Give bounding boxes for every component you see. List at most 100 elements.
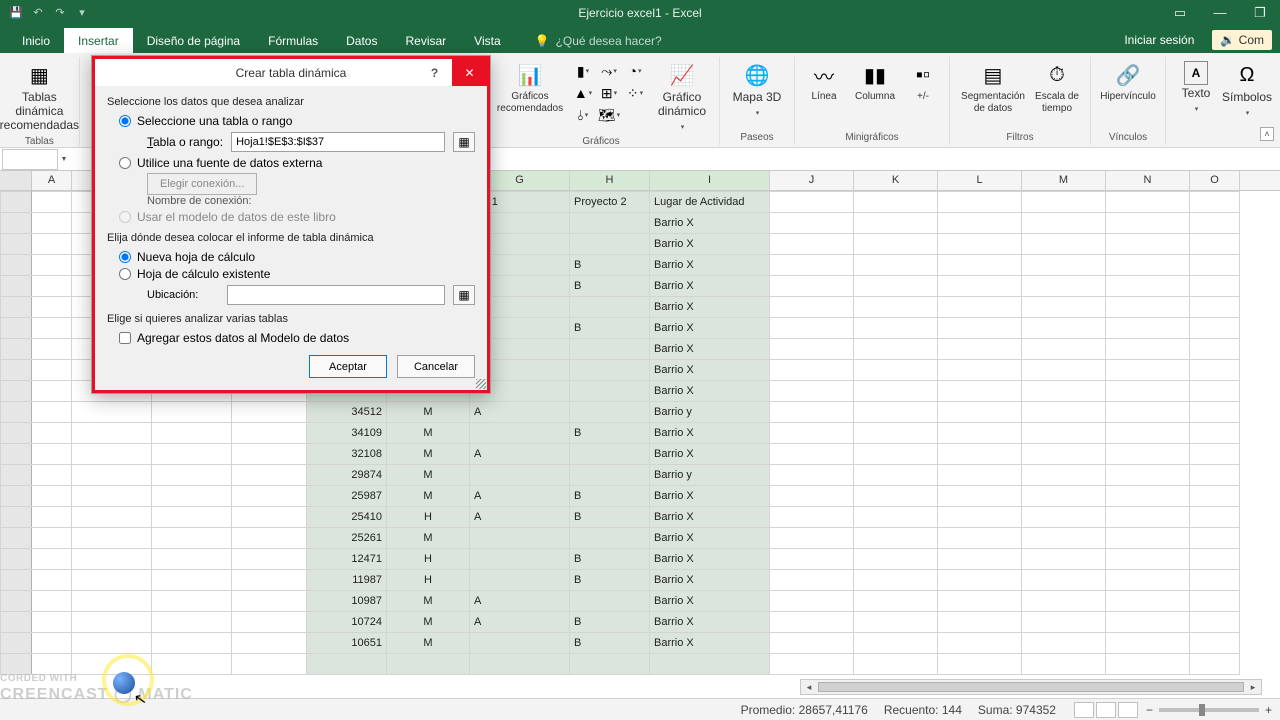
tell-me-search[interactable]: 💡 ¿Qué desea hacer?	[535, 34, 662, 53]
window-title: Ejercicio excel1 - Excel	[578, 6, 701, 20]
horizontal-scrollbar[interactable]: ◂ ▸	[800, 679, 1262, 695]
resize-grip[interactable]	[476, 379, 486, 389]
status-count: Recuento: 144	[884, 703, 962, 717]
column-header-K[interactable]: K	[854, 171, 938, 190]
tab-formulas[interactable]: Fórmulas	[254, 28, 332, 53]
tab-datos[interactable]: Datos	[332, 28, 391, 53]
timeline-button[interactable]: ⏱ Escala de tiempo	[1032, 59, 1082, 116]
zoom-slider[interactable]	[1159, 708, 1259, 712]
cancel-button[interactable]: Cancelar	[397, 355, 475, 378]
line-chart-icon[interactable]: ⤳	[599, 61, 619, 81]
column-header-J[interactable]: J	[770, 171, 854, 190]
column-header-L[interactable]: L	[938, 171, 1022, 190]
sparkline-line-button[interactable]: 〰 Línea	[803, 59, 845, 105]
radio-existing-sheet[interactable]	[119, 268, 131, 280]
chart-icon: 📊	[516, 61, 544, 89]
symbols-button[interactable]: Ω Símbolos	[1222, 59, 1272, 121]
tab-insertar[interactable]: Insertar	[64, 28, 133, 53]
checkbox-add-to-model[interactable]	[119, 332, 131, 344]
zoom-in-icon[interactable]: +	[1265, 703, 1272, 717]
zoom-out-icon[interactable]: −	[1146, 703, 1153, 717]
surface-chart-icon[interactable]: 🗺	[599, 105, 619, 125]
create-pivot-table-dialog: Crear tabla dinámica ? ✕ Seleccione los …	[91, 55, 491, 394]
view-normal-button[interactable]	[1074, 702, 1094, 718]
dialog-section-place: Elija dónde desea colocar el informe de …	[107, 232, 475, 244]
tab-vista[interactable]: Vista	[460, 28, 514, 53]
pie-chart-icon[interactable]: ◔	[625, 61, 645, 81]
location-input	[227, 285, 445, 305]
range-input[interactable]	[231, 132, 445, 152]
tab-inicio[interactable]: Inicio	[8, 28, 64, 53]
column-header-M[interactable]: M	[1022, 171, 1106, 190]
sign-in-button[interactable]: Iniciar sesión	[1116, 27, 1202, 53]
undo-icon[interactable]: ↶	[30, 5, 46, 21]
dialog-section-multi: Elige si quieres analizar varias tablas	[107, 313, 475, 325]
minimize-icon[interactable]: —	[1200, 0, 1240, 25]
radio-external-source[interactable]	[119, 157, 131, 169]
combo-chart-icon[interactable]: ⫰	[573, 105, 593, 125]
select-all-corner[interactable]	[0, 171, 32, 190]
tab-diseno[interactable]: Diseño de página	[133, 28, 254, 53]
ok-button[interactable]: Aceptar	[309, 355, 387, 378]
group-label-paseos: Paseos	[728, 130, 786, 145]
lightbulb-icon: 💡	[535, 34, 550, 48]
name-box[interactable]	[2, 149, 58, 170]
pivot-chart-button[interactable]: 📈 Gráfico dinámico	[653, 59, 711, 134]
textbox-icon: A	[1184, 61, 1208, 85]
ribbon-tabs: Inicio Insertar Diseño de página Fórmula…	[0, 25, 1280, 53]
restore-icon[interactable]: ❐	[1240, 0, 1280, 25]
pivot-table-button[interactable]: ▦ Tablas dinámicarecomendadas	[10, 59, 68, 134]
bar-chart-icon[interactable]: ▮	[573, 61, 593, 81]
collapse-ribbon-icon[interactable]: ˄	[1260, 127, 1274, 141]
scroll-right-icon[interactable]: ▸	[1245, 680, 1261, 694]
column-header-A[interactable]: A	[32, 171, 72, 190]
globe-icon: 🌐	[743, 61, 771, 89]
label-range: Tabla o rango:	[147, 135, 223, 149]
column-header-N[interactable]: N	[1106, 171, 1190, 190]
view-layout-button[interactable]	[1096, 702, 1116, 718]
scatter-chart-icon[interactable]: ⁘	[625, 83, 645, 103]
hyperlink-button[interactable]: 🔗 Hipervínculo	[1099, 59, 1157, 105]
quick-access-toolbar: 💾 ↶ ↷ ▾	[0, 5, 90, 21]
group-label-tablas: Tablas	[8, 134, 71, 149]
scroll-thumb[interactable]	[818, 682, 1244, 692]
ribbon-options-icon[interactable]: ▭	[1160, 0, 1200, 25]
dialog-section-select: Seleccione los datos que desea analizar	[107, 96, 475, 108]
column-header-O[interactable]: O	[1190, 171, 1240, 190]
chart-type-gallery[interactable]: ▮ ⤳ ◔ ▲ ⊞ ⁘ ⫰ 🗺	[573, 61, 649, 125]
group-label-graficos: Gráficos	[491, 134, 711, 149]
column-header-H[interactable]: H	[570, 171, 650, 190]
screencast-watermark: CORDED WITH CREENCAST ◯ MATIC	[0, 673, 193, 704]
scroll-left-icon[interactable]: ◂	[801, 680, 817, 694]
radio-new-sheet[interactable]	[119, 251, 131, 263]
radio-data-model	[119, 211, 131, 223]
stats-chart-icon[interactable]: ⊞	[599, 83, 619, 103]
group-label-vinculos: Vínculos	[1099, 130, 1157, 145]
area-chart-icon[interactable]: ▲	[573, 83, 593, 103]
name-box-dropdown-icon[interactable]: ▼	[58, 156, 70, 163]
sparkline-column-button[interactable]: ▮▮ Columna	[849, 59, 901, 105]
view-pagebreak-button[interactable]	[1118, 702, 1138, 718]
slicer-icon: ▤	[979, 61, 1007, 89]
dialog-titlebar[interactable]: Crear tabla dinámica ? ✕	[92, 56, 490, 86]
slicer-button[interactable]: ▤ Segmentación de datos	[958, 59, 1028, 116]
sparkline-column-icon: ▮▮	[861, 61, 889, 89]
label-location: Ubicación:	[147, 289, 219, 301]
tab-revisar[interactable]: Revisar	[391, 28, 460, 53]
column-header-I[interactable]: I	[650, 171, 770, 190]
share-button[interactable]: 🔉 Com	[1212, 30, 1272, 50]
recommended-charts-button[interactable]: 📊 Gráficos recomendados	[491, 59, 569, 116]
sparkline-winloss-button[interactable]: ▪▫ +/-	[905, 59, 941, 105]
dialog-title: Crear tabla dinámica	[236, 66, 347, 80]
winloss-icon: ▪▫	[909, 61, 937, 89]
collapse-location-icon[interactable]: ▦	[453, 285, 475, 305]
collapse-dialog-icon[interactable]: ▦	[453, 132, 475, 152]
save-icon[interactable]: 💾	[8, 5, 24, 21]
qat-dropdown-icon[interactable]: ▾	[74, 5, 90, 21]
radio-select-range[interactable]	[119, 115, 131, 127]
dialog-close-button[interactable]: ✕	[452, 59, 487, 86]
dialog-help-button[interactable]: ?	[417, 59, 452, 86]
map-3d-button[interactable]: 🌐 Mapa 3D	[728, 59, 786, 121]
redo-icon[interactable]: ↷	[52, 5, 68, 21]
text-button[interactable]: A Texto	[1174, 59, 1218, 117]
